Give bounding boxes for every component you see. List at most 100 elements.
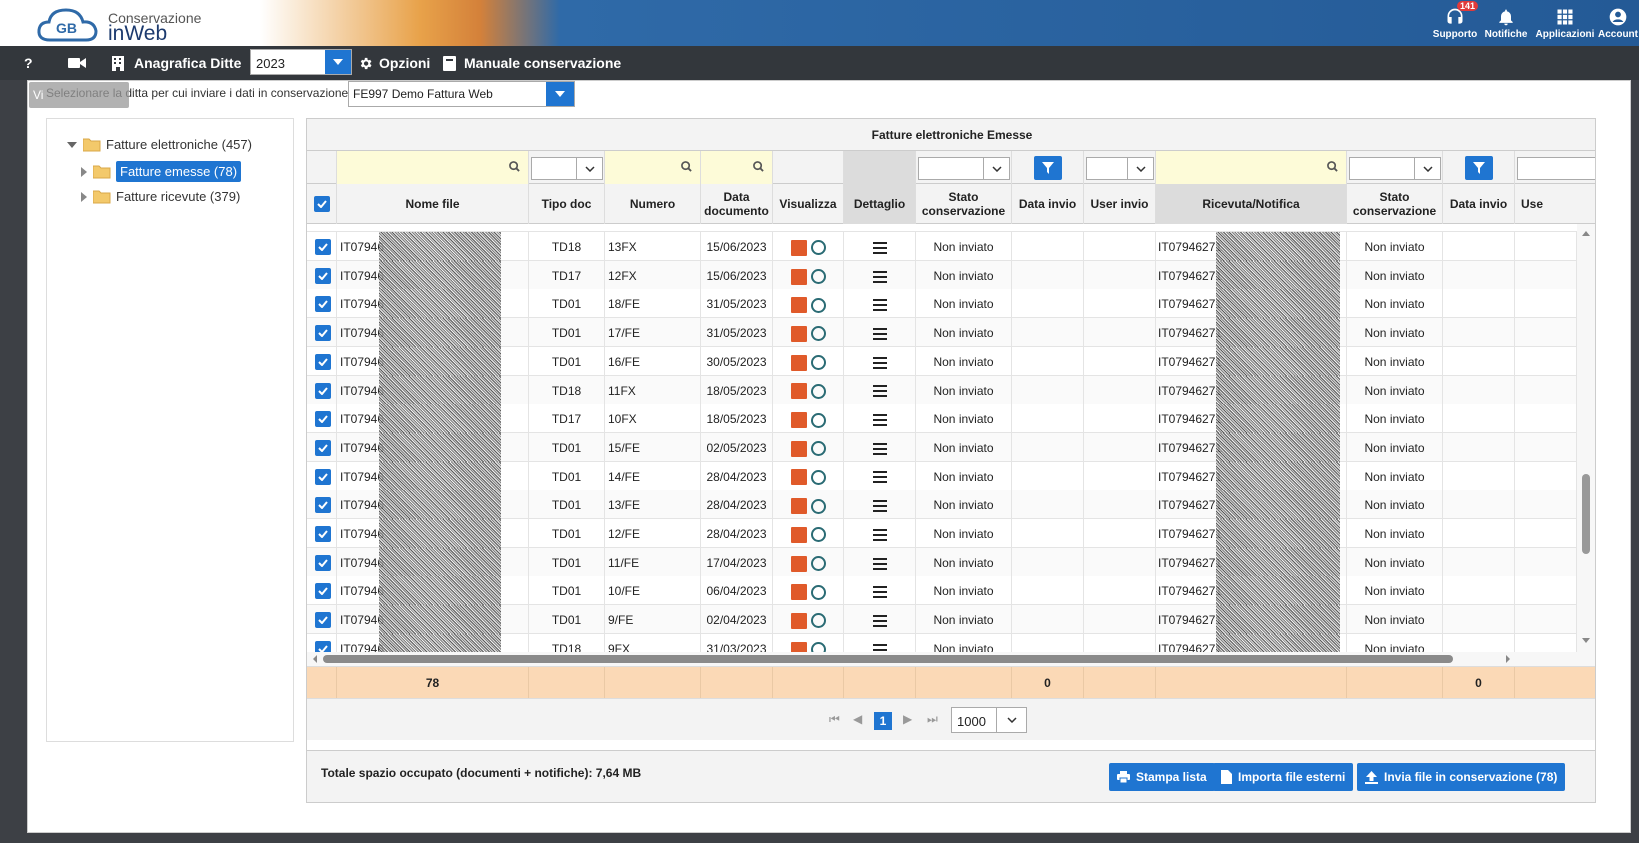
page-size-select[interactable]: 1000 — [951, 707, 1027, 733]
menu-icon[interactable] — [872, 385, 887, 398]
horizontal-scroll-thumb[interactable] — [323, 655, 1453, 663]
col-stato-conservazione[interactable]: Stato conservazione — [916, 184, 1012, 224]
filter-tipo-doc[interactable] — [531, 157, 603, 180]
filter-stato2[interactable] — [1349, 157, 1441, 180]
applications-button[interactable]: Applicazioni — [1533, 0, 1597, 46]
tree-item-ricevute[interactable]: Fatture ricevute (379) — [81, 189, 240, 204]
menu-icon[interactable] — [872, 586, 887, 599]
filter-data-documento[interactable] — [701, 151, 773, 184]
col-stato-conservazione-2[interactable]: Stato conservazione — [1347, 184, 1443, 224]
filter-numero[interactable] — [605, 151, 701, 184]
app-logo[interactable]: GB Conservazione inWeb — [36, 2, 226, 45]
menu-icon[interactable] — [872, 270, 887, 283]
pdf-view-icon[interactable] — [790, 297, 807, 314]
filter-data-invio-button[interactable] — [1034, 156, 1062, 180]
row-checkbox[interactable] — [315, 325, 331, 342]
manuale-menu[interactable]: Manuale conservazione — [443, 46, 621, 80]
col-visualizza[interactable]: Visualizza — [773, 184, 844, 224]
xml-view-icon[interactable] — [810, 441, 826, 457]
support-button[interactable]: 141 Supporto — [1431, 0, 1479, 46]
row-checkbox[interactable] — [315, 583, 331, 600]
chevron-down-icon[interactable] — [996, 708, 1026, 732]
anagrafica-ditte-menu[interactable]: Anagrafica Ditte — [112, 46, 241, 80]
pdf-view-icon[interactable] — [790, 412, 807, 429]
ditta-select[interactable]: FE997 Demo Fattura Web — [348, 81, 575, 107]
menu-icon[interactable] — [872, 500, 887, 513]
row-checkbox[interactable] — [315, 382, 331, 399]
pdf-view-icon[interactable] — [790, 325, 807, 342]
xml-view-icon[interactable] — [810, 297, 826, 313]
pdf-view-icon[interactable] — [790, 555, 807, 572]
pdf-view-icon[interactable] — [790, 383, 807, 400]
row-checkbox[interactable] — [315, 439, 331, 456]
account-button[interactable]: Account — [1597, 0, 1639, 46]
row-checkbox[interactable] — [315, 468, 331, 485]
vertical-scroll-thumb[interactable] — [1582, 474, 1590, 554]
table-row[interactable]: IT07946 TD01 12/FE 28/04/2023 Non inviato IT0… — [307, 519, 1577, 549]
col-data-invio[interactable]: Data invio — [1012, 184, 1084, 224]
filter-stato[interactable] — [918, 157, 1010, 180]
menu-icon[interactable] — [872, 614, 887, 627]
row-checkbox[interactable] — [315, 411, 331, 428]
col-numero[interactable]: Numero — [605, 184, 701, 224]
table-row[interactable]: IT07946 TD18 11FX 18/05/2023 Non inviato IT07… — [307, 375, 1577, 406]
table-row[interactable]: IT07946 TD01 15/FE 02/05/2023 Non inviato IT0… — [307, 432, 1577, 463]
caret-right-icon[interactable] — [81, 191, 87, 202]
importa-file-button[interactable]: Importa file esterni — [1213, 763, 1354, 791]
year-dropdown-button[interactable] — [325, 50, 351, 74]
table-row[interactable]: IT07946 TD01 13/FE 28/04/2023 Non inviato IT0… — [307, 490, 1577, 521]
prev-page-icon[interactable]: ◀ — [853, 712, 862, 726]
menu-icon[interactable] — [872, 442, 887, 455]
menu-icon[interactable] — [872, 327, 887, 340]
pdf-view-icon[interactable] — [790, 584, 807, 601]
col-user-invio-2[interactable]: Use — [1515, 184, 1595, 224]
tree-root[interactable]: Fatture elettroniche (457) — [67, 137, 252, 152]
pdf-view-icon[interactable] — [790, 268, 807, 285]
menu-icon[interactable] — [872, 241, 887, 254]
tree-item-emesse[interactable]: Fatture emesse (78) — [81, 161, 242, 182]
invia-conservazione-button[interactable]: Invia file in conservazione (78) — [1357, 763, 1566, 791]
filter-ricevuta[interactable] — [1156, 151, 1347, 184]
row-checkbox[interactable] — [315, 239, 331, 255]
pdf-view-icon[interactable] — [790, 526, 807, 543]
vertical-scrollbar[interactable] — [1577, 224, 1595, 684]
row-checkbox[interactable] — [315, 353, 331, 370]
row-checkbox[interactable] — [315, 554, 331, 571]
filter-user-invio2[interactable] — [1517, 157, 1595, 180]
video-button[interactable] — [68, 46, 86, 80]
xml-view-icon[interactable] — [810, 584, 826, 600]
col-ricevuta-notifica[interactable]: Ricevuta/Notifica — [1156, 184, 1347, 224]
pdf-view-icon[interactable] — [790, 612, 807, 629]
pdf-view-icon[interactable] — [790, 469, 807, 486]
row-checkbox[interactable] — [315, 526, 331, 542]
table-row[interactable]: IT07946 TD17 12FX 15/06/2023 Non inviato IT07… — [307, 260, 1577, 291]
xml-view-icon[interactable] — [810, 613, 826, 629]
stampa-lista-button[interactable]: Stampa lista — [1109, 763, 1215, 791]
scroll-right-icon[interactable] — [1503, 652, 1513, 666]
table-row[interactable]: IT07946 TD01 18/FE 31/05/2023 Non inviato IT0… — [307, 289, 1577, 320]
col-dettaglio[interactable]: Dettaglio — [844, 184, 916, 224]
table-row[interactable]: IT07946 TD01 10/FE 06/04/2023 Non inviato IT0… — [307, 576, 1577, 607]
select-all-checkbox[interactable] — [313, 196, 330, 212]
row-checkbox[interactable] — [315, 296, 331, 313]
last-page-icon[interactable]: ⏭ — [927, 712, 938, 727]
menu-icon[interactable] — [872, 356, 887, 369]
first-page-icon[interactable]: ⏮ — [829, 712, 840, 727]
horizontal-scrollbar[interactable] — [307, 652, 1595, 666]
pdf-view-icon[interactable] — [790, 239, 807, 256]
col-data-invio-2[interactable]: Data invio — [1443, 184, 1515, 224]
xml-view-icon[interactable] — [810, 240, 826, 256]
opzioni-menu[interactable]: Opzioni — [358, 46, 430, 80]
col-user-invio[interactable]: User invio — [1084, 184, 1156, 224]
year-select[interactable]: 2023 — [250, 49, 352, 75]
xml-view-icon[interactable] — [810, 527, 826, 543]
row-checkbox[interactable] — [315, 497, 331, 514]
xml-view-icon[interactable] — [810, 556, 826, 572]
scroll-left-icon[interactable] — [310, 652, 320, 666]
table-row[interactable]: IT07946 TD18 13FX 15/06/2023 Non inviato IT07… — [307, 232, 1577, 262]
menu-icon[interactable] — [872, 471, 887, 484]
col-tipo-doc[interactable]: Tipo doc — [529, 184, 605, 224]
table-row[interactable]: IT07946 TD01 14/FE 28/04/2023 Non inviato IT0… — [307, 461, 1577, 492]
help-button[interactable]: ? — [24, 46, 33, 80]
table-row[interactable]: IT07946 TD01 17/FE 31/05/2023 Non inviato IT0… — [307, 318, 1577, 349]
